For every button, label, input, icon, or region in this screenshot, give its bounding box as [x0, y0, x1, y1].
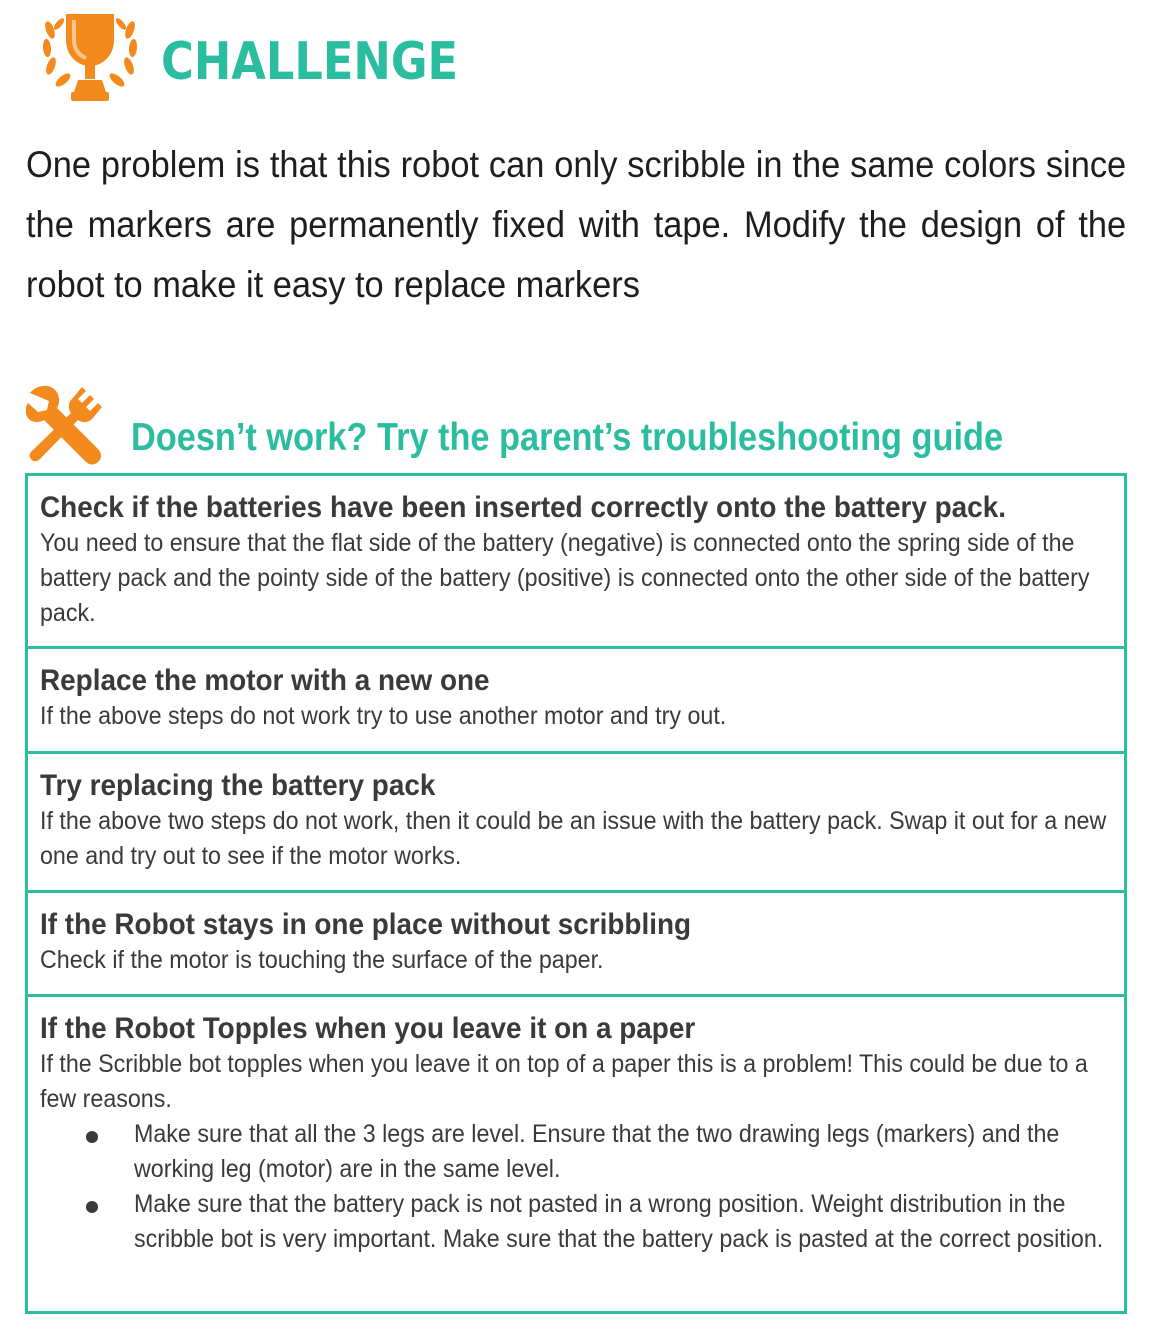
- row-title: If the Robot Topples when you leave it o…: [40, 1012, 696, 1045]
- row-text: If the above two steps do not work, then…: [40, 807, 1107, 870]
- troubleshooting-title: Doesn’t work? Try the parent’s troublesh…: [131, 416, 1003, 460]
- row-text: If the above steps do not work try to us…: [40, 702, 727, 730]
- troubleshooting-header: Doesn’t work? Try the parent’s troublesh…: [26, 380, 1136, 470]
- row-text: You need to ensure that the flat side of…: [40, 529, 1090, 627]
- row-text: Check if the motor is touching the surfa…: [40, 946, 604, 974]
- row-title: If the Robot stays in one place without …: [40, 908, 692, 941]
- bullet-item: Make sure that all the 3 legs are level.…: [40, 1117, 1112, 1187]
- row-title: Check if the batteries have been inserte…: [40, 491, 1006, 524]
- guide-row: Check if the batteries have been inserte…: [25, 473, 1127, 649]
- bullet-list: Make sure that all the 3 legs are level.…: [40, 1117, 1112, 1257]
- tools-icon: [26, 386, 102, 465]
- row-title: Replace the motor with a new one: [40, 664, 490, 697]
- challenge-header: CHALLENGE: [38, 10, 738, 105]
- troubleshooting-table: Check if the batteries have been inserte…: [25, 473, 1127, 1314]
- bullet-dot: [86, 1131, 98, 1143]
- troubleshooting-title-lead: Doesn’t work?: [131, 416, 368, 459]
- challenge-text: One problem is that this robot can only …: [26, 144, 1127, 305]
- guide-row: If the Robot stays in one place without …: [25, 893, 1127, 997]
- bullet-text: Make sure that all the 3 legs are level.…: [134, 1120, 1060, 1183]
- challenge-title: CHALLENGE: [161, 32, 459, 92]
- bullet-text: Make sure that the battery pack is not p…: [134, 1190, 1104, 1253]
- guide-row: Try replacing the battery pack If the ab…: [25, 754, 1127, 893]
- row-title: Try replacing the battery pack: [40, 769, 436, 802]
- troubleshooting-title-rest: Try the parent’s troubleshooting guide: [367, 416, 1004, 459]
- row-text: If the Scribble bot topples when you lea…: [40, 1050, 1088, 1113]
- guide-row: If the Robot Topples when you leave it o…: [25, 997, 1127, 1314]
- guide-row: Replace the motor with a new one If the …: [25, 649, 1127, 754]
- bullet-item: Make sure that the battery pack is not p…: [40, 1187, 1112, 1257]
- bullet-dot: [86, 1201, 98, 1213]
- trophy-icon: [42, 14, 138, 101]
